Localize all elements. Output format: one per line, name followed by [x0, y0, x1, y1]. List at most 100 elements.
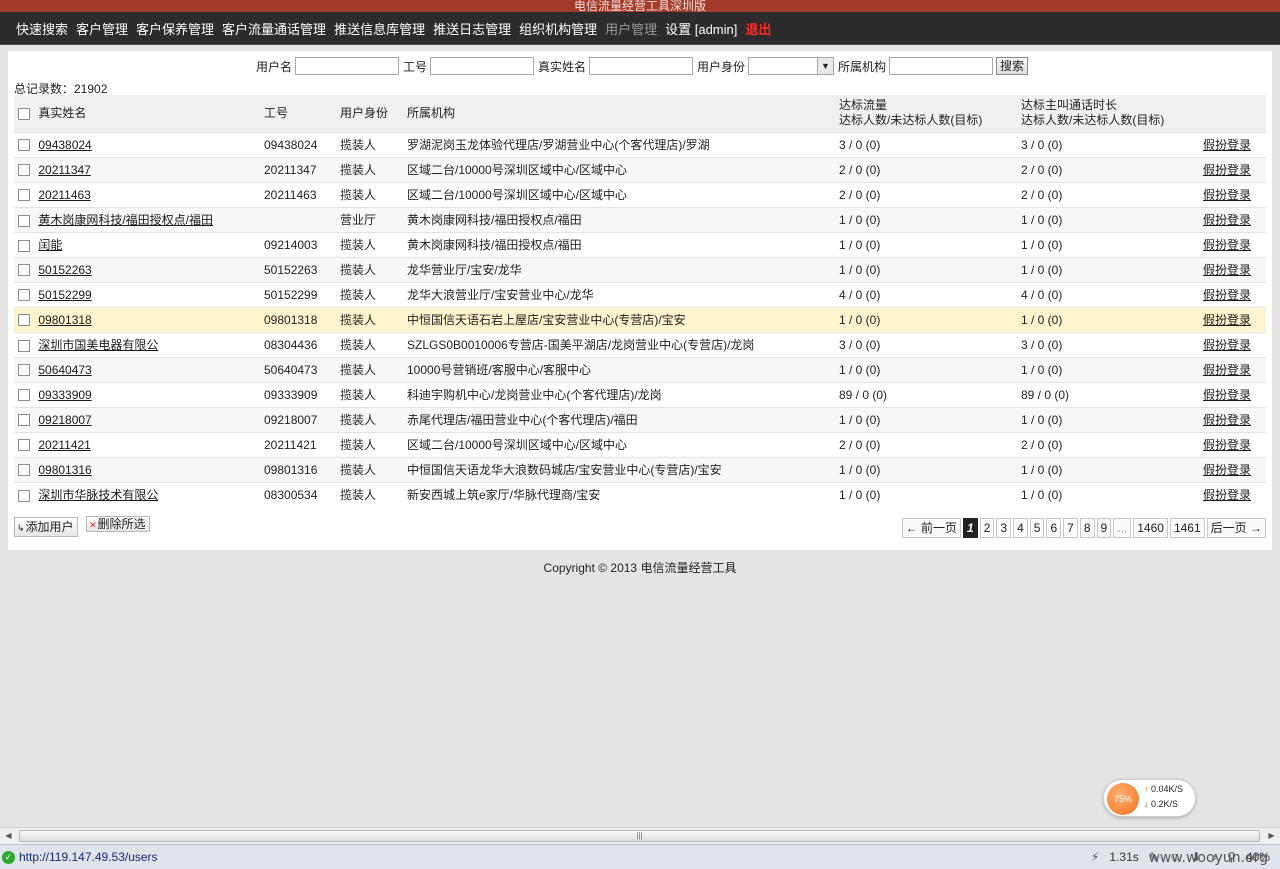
user-link[interactable]: 09218007 [38, 413, 91, 427]
row-checkbox[interactable] [18, 189, 30, 202]
scroll-left-icon[interactable]: ◀ [0, 828, 17, 844]
impersonate-login-link[interactable]: 假扮登录 [1203, 413, 1251, 427]
download-speed-value: 0.2K/S [1151, 799, 1179, 809]
user-link[interactable]: 深圳市华脉技术有限公 [38, 488, 158, 502]
user-link[interactable]: 20211463 [38, 188, 91, 202]
row-checkbox[interactable] [18, 289, 30, 302]
cell-org: 黄木岗康网科技/福田授权点/福田 [405, 206, 837, 232]
page-button[interactable]: 2 [979, 518, 995, 538]
nav-item[interactable]: 推送信息库管理 [334, 19, 425, 38]
user-link[interactable]: 50152263 [38, 263, 91, 277]
impersonate-login-link[interactable]: 假扮登录 [1203, 263, 1251, 277]
nav-item[interactable]: 客户流量通话管理 [222, 19, 326, 38]
col-call: 达标主叫通话时长 达标人数/未达标人数(目标) [1019, 95, 1201, 132]
page-button[interactable]: ... [1113, 518, 1132, 538]
impersonate-login-link[interactable]: 假扮登录 [1203, 288, 1251, 302]
user-link[interactable]: 09333909 [38, 388, 91, 402]
delete-selected-button[interactable]: ✕删除所选 [86, 516, 150, 532]
select-all-checkbox[interactable] [18, 107, 30, 120]
user-link[interactable]: 09438024 [38, 138, 91, 152]
logout-link[interactable]: 退出 [745, 19, 771, 38]
impersonate-login-link[interactable]: 假扮登录 [1203, 438, 1251, 452]
table-row: 20211347 20211347 揽装人 区域二台/10000号深圳区域中心/区域中… [14, 156, 1266, 182]
role-select[interactable]: ▼ [748, 57, 835, 75]
row-checkbox[interactable] [18, 164, 30, 177]
cell-org: 新安西城上筑e家厅/华脉代理商/宝安 [405, 481, 837, 507]
prev-page-button[interactable]: ← 前一页 [901, 518, 962, 538]
realname-label: 真实姓名 [537, 59, 586, 74]
horizontal-scrollbar[interactable]: ◀ ||| ▶ [0, 827, 1280, 844]
user-link[interactable]: 深圳市国美电器有限公 [38, 338, 158, 352]
cell-traffic: 1 / 0 (0) [837, 231, 1019, 257]
realname-input[interactable] [589, 57, 693, 75]
impersonate-login-link[interactable]: 假扮登录 [1203, 163, 1251, 177]
row-checkbox[interactable] [18, 214, 30, 227]
scroll-thumb[interactable]: ||| [19, 830, 1260, 842]
username-input[interactable] [294, 57, 399, 75]
scroll-right-icon[interactable]: ▶ [1263, 828, 1280, 844]
impersonate-login-link[interactable]: 假扮登录 [1203, 488, 1251, 502]
user-link[interactable]: 50152299 [38, 288, 91, 302]
search-button[interactable]: 搜索 [996, 57, 1029, 75]
impersonate-login-link[interactable]: 假扮登录 [1203, 238, 1251, 252]
nav-item[interactable]: 组织机构管理 [519, 19, 597, 38]
cell-org: 科迪宇购机中心/龙岗营业中心(个客代理店)/龙岗 [405, 381, 837, 407]
page-button[interactable]: 7 [1063, 518, 1078, 538]
row-checkbox[interactable] [18, 339, 30, 352]
page-button[interactable]: 3 [996, 518, 1012, 538]
user-link[interactable]: 20211347 [38, 163, 91, 177]
cell-workid: 20211347 [262, 156, 338, 182]
row-checkbox[interactable] [18, 464, 30, 477]
row-checkbox[interactable] [18, 139, 30, 152]
col-realname: 真实姓名 [38, 105, 87, 120]
nav-item[interactable]: 用户管理 [605, 19, 657, 38]
nav-item[interactable]: 设置 [admin] [665, 19, 737, 38]
impersonate-login-link[interactable]: 假扮登录 [1203, 213, 1251, 227]
user-link[interactable]: 09801318 [38, 313, 91, 327]
cell-org: 中恒国信天语石岩上屋店/宝安营业中心(专营店)/宝安 [405, 306, 837, 332]
page-button[interactable]: 5 [1029, 518, 1045, 538]
row-checkbox[interactable] [18, 364, 30, 377]
table-row: 20211421 20211421 揽装人 区域二台/10000号深圳区域中心/区域中… [14, 431, 1266, 457]
row-checkbox[interactable] [18, 490, 30, 503]
user-link[interactable]: 闰能 [38, 238, 62, 252]
impersonate-login-link[interactable]: 假扮登录 [1203, 138, 1251, 152]
page-button[interactable]: 1461 [1169, 518, 1205, 538]
workid-input[interactable] [429, 57, 534, 75]
row-checkbox[interactable] [18, 414, 30, 427]
table-row: 闰能 09214003 揽装人 黄木岗康网科技/福田授权点/福田 1 / 0 (0) 1 … [14, 231, 1266, 257]
page-button[interactable]: 1 [963, 518, 978, 538]
row-checkbox[interactable] [18, 239, 30, 252]
impersonate-login-link[interactable]: 假扮登录 [1203, 388, 1251, 402]
page-button[interactable]: 8 [1079, 518, 1095, 538]
row-checkbox[interactable] [18, 389, 30, 402]
network-speed-widget[interactable]: 75% ↑ 0.04K/S ↓ 0.2K/S [1103, 779, 1196, 817]
page-button[interactable]: 4 [1013, 518, 1028, 538]
nav-item[interactable]: 推送日志管理 [433, 19, 511, 38]
nav-item[interactable]: 客户管理 [76, 19, 128, 38]
row-checkbox[interactable] [18, 439, 30, 452]
impersonate-login-link[interactable]: 假扮登录 [1203, 463, 1251, 477]
user-link[interactable]: 黄木岗康网科技/福田授权点/福田 [38, 213, 213, 227]
add-user-button[interactable]: ↳添加用户 [14, 517, 78, 537]
add-user-icon: ↳ [17, 523, 25, 533]
cell-org: 中恒国信天语龙华大浪数码城店/宝安营业中心(专营店)/宝安 [405, 456, 837, 482]
cell-role: 揽装人 [338, 406, 405, 432]
page-button[interactable]: 6 [1046, 518, 1062, 538]
table-row: 50640473 50640473 揽装人 10000号营销班/客服中心/客服中心 1 … [14, 356, 1266, 382]
row-checkbox[interactable] [18, 314, 30, 327]
user-link[interactable]: 20211421 [38, 438, 91, 452]
row-checkbox[interactable] [18, 264, 30, 277]
next-page-button[interactable]: 后一页 → [1206, 518, 1266, 538]
user-link[interactable]: 50640473 [38, 363, 91, 377]
user-link[interactable]: 09801316 [38, 463, 91, 477]
nav-item[interactable]: 客户保养管理 [136, 19, 214, 38]
impersonate-login-link[interactable]: 假扮登录 [1203, 188, 1251, 202]
org-input[interactable] [889, 57, 994, 75]
impersonate-login-link[interactable]: 假扮登录 [1203, 338, 1251, 352]
nav-item[interactable]: 快速搜索 [16, 19, 68, 38]
page-button[interactable]: 1460 [1133, 518, 1168, 538]
page-button[interactable]: 9 [1096, 518, 1112, 538]
impersonate-login-link[interactable]: 假扮登录 [1203, 313, 1251, 327]
impersonate-login-link[interactable]: 假扮登录 [1203, 363, 1251, 377]
